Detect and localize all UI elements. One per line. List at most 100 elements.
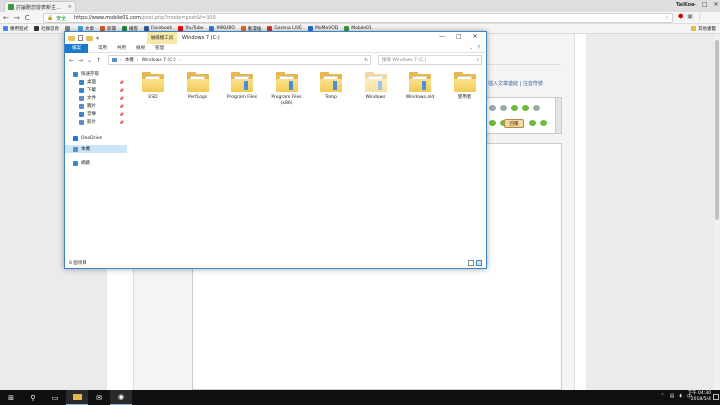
folder-icon: [231, 72, 253, 92]
reply-button[interactable]: 回覆: [504, 119, 524, 128]
chevron-up-icon[interactable]: ⌃: [660, 393, 664, 400]
breadcrumb[interactable]: › 本機 › Windows 7 (C:) › ↻: [108, 55, 371, 65]
folder-item[interactable]: ESD: [133, 72, 173, 101]
emoticon-icon[interactable]: [511, 105, 518, 111]
tab-view[interactable]: 檢視: [136, 45, 145, 51]
sidebar-item[interactable]: 桌面 📌: [65, 78, 127, 86]
search-input[interactable]: 搜尋 Windows 7 (C:) ⌕: [378, 55, 482, 65]
expand-ribbon-icon[interactable]: ⌄: [469, 45, 473, 51]
folder-item[interactable]: 使用者: [445, 72, 485, 101]
volume-icon[interactable]: ◖: [679, 393, 682, 400]
folder-item[interactable]: Temp: [311, 72, 351, 101]
close-button[interactable]: ✕: [473, 33, 478, 40]
sidebar-item-label: 桌面: [87, 80, 96, 85]
folder-label: Windows: [365, 95, 386, 100]
sidebar-item[interactable]: 下載 📌: [65, 86, 127, 94]
pin-icon[interactable]: 📌: [119, 96, 124, 101]
folder-item[interactable]: Program Files: [222, 72, 262, 101]
new-folder-icon[interactable]: [86, 35, 93, 41]
emoticon-icon[interactable]: [533, 105, 540, 111]
sidebar-item[interactable]: 本機: [65, 145, 127, 153]
minimize-button[interactable]: —: [439, 33, 445, 40]
sidebar-item[interactable]: 音樂 📌: [65, 110, 127, 118]
forward-icon[interactable]: →: [78, 57, 83, 64]
folder-item[interactable]: PerfLogs: [178, 72, 218, 101]
adblock-icon[interactable]: ⬢: [678, 13, 683, 20]
star-icon[interactable]: ☆: [665, 15, 669, 21]
scrollbar-thumb[interactable]: [715, 40, 719, 220]
emoticon-icon[interactable]: [529, 120, 536, 126]
other-bookmarks[interactable]: 其他書籤: [691, 26, 716, 32]
drive-tools-context-tab[interactable]: 磁碟機工具: [147, 32, 177, 44]
minimize-button[interactable]: —: [690, 1, 696, 8]
bookmark-item[interactable]: 應用程式: [3, 26, 28, 32]
folder-icon: [142, 72, 164, 92]
sidebar-item[interactable]: 網路: [65, 159, 127, 167]
folder-icon: [409, 72, 431, 92]
sidebar-item[interactable]: 影片 📌: [65, 118, 127, 126]
emoticon-icon[interactable]: [489, 105, 496, 111]
close-button[interactable]: ✕: [714, 1, 719, 8]
menu-icon[interactable]: ⋮: [697, 13, 703, 20]
address-bar[interactable]: 🔒 安全 | https://www.mobile01.com/post.php…: [43, 13, 673, 23]
details-view-button[interactable]: [468, 260, 474, 266]
sidebar-icon: [79, 103, 84, 109]
up-icon[interactable]: ↑: [96, 57, 101, 64]
notification-icon[interactable]: [713, 394, 719, 400]
properties-icon[interactable]: [78, 35, 83, 41]
customize-icon[interactable]: ▾: [96, 35, 99, 42]
pin-icon[interactable]: 📌: [119, 104, 124, 109]
sidebar-item[interactable]: 圖片 📌: [65, 102, 127, 110]
lock-icon: 🔒: [47, 15, 54, 21]
chrome-icon[interactable]: ◉: [110, 390, 132, 405]
tab-share[interactable]: 共用: [117, 45, 126, 51]
browser-tab[interactable]: 討論刪您發表新主題的... ×: [4, 1, 76, 12]
search-icon[interactable]: ⚲: [22, 390, 44, 405]
large-icons-view-button[interactable]: [476, 260, 482, 266]
pin-icon[interactable]: 📌: [119, 120, 124, 125]
recent-icon[interactable]: ⌄: [87, 57, 92, 64]
refresh-icon[interactable]: ↻: [364, 58, 368, 63]
emoticon-scrollbar[interactable]: [555, 98, 561, 133]
sidebar-item[interactable]: 快速存取: [65, 70, 127, 78]
task-view-icon[interactable]: ▭: [44, 390, 66, 405]
sidebar-item[interactable]: OneDrive: [65, 134, 127, 142]
file-explorer-icon[interactable]: [66, 390, 88, 405]
emoticon-icon[interactable]: [489, 120, 496, 126]
emoticon-icon[interactable]: [500, 105, 507, 111]
quick-access-toolbar: ▾: [65, 35, 99, 42]
folder-icon: [320, 72, 342, 92]
insert-links[interactable]: 插入文章連結 | 注音符號: [488, 80, 543, 87]
windows-start-icon[interactable]: ⊞: [0, 390, 22, 405]
reload-icon[interactable]: C: [25, 14, 30, 22]
emoticon-icon[interactable]: [540, 120, 547, 126]
emoticon-icon[interactable]: [522, 105, 529, 111]
extension-icon[interactable]: ▣: [687, 13, 693, 20]
maximize-button[interactable]: □: [702, 1, 708, 8]
tab-manage[interactable]: 管理: [155, 45, 164, 51]
clock[interactable]: 下午 04:30 2018/5/4: [688, 391, 711, 403]
network-icon[interactable]: ▤: [670, 393, 675, 400]
help-icon[interactable]: ?: [477, 45, 480, 51]
folder-item[interactable]: Windows: [356, 72, 396, 101]
tab-home[interactable]: 常用: [98, 45, 107, 51]
folder-item[interactable]: Program Files (x86): [267, 72, 307, 107]
tab-file[interactable]: 檔案: [65, 43, 88, 53]
bookmark-item[interactable]: 社群首頁: [34, 26, 59, 32]
pin-icon[interactable]: 📌: [119, 112, 124, 117]
pin-icon[interactable]: 📌: [119, 80, 124, 85]
maximize-button[interactable]: □: [456, 33, 462, 40]
sidebar-item[interactable]: 文件 📌: [65, 94, 127, 102]
forward-icon[interactable]: →: [14, 14, 20, 22]
explorer-titlebar: ▾: [65, 32, 486, 44]
back-icon[interactable]: ←: [69, 57, 74, 64]
nav-buttons: ← → C: [3, 14, 30, 22]
back-icon[interactable]: ←: [3, 14, 9, 22]
mail-icon[interactable]: ✉: [88, 390, 110, 405]
sidebar-item-label: 本機: [81, 147, 90, 152]
folder-item[interactable]: Windows.old: [400, 72, 440, 101]
breadcrumb-this-pc[interactable]: 本機: [125, 57, 134, 63]
breadcrumb-drive[interactable]: Windows 7 (C:): [142, 58, 176, 63]
tab-close-icon[interactable]: ×: [68, 4, 72, 10]
pin-icon[interactable]: 📌: [119, 88, 124, 93]
